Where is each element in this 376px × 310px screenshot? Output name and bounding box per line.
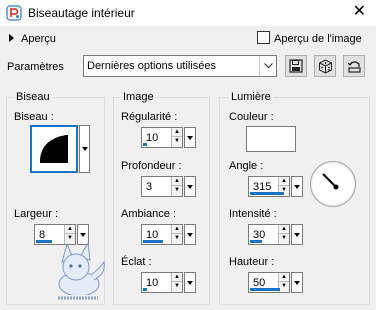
chevron-down-icon: [294, 280, 300, 285]
close-button[interactable]: ✕: [353, 3, 366, 21]
save-preset-button[interactable]: [285, 55, 307, 77]
checkbox-box[interactable]: [257, 31, 270, 44]
title-bar: Biseautage intérieur ✕: [0, 0, 376, 26]
shininess-dropdown[interactable]: [184, 272, 196, 293]
image-preview-label: Aperçu de l'image: [274, 33, 362, 45]
spin-down-icon[interactable]: ▼: [172, 282, 182, 291]
angle-dropdown[interactable]: [291, 176, 303, 197]
spin-up-icon[interactable]: ▲: [172, 177, 182, 186]
image-preview-checkbox[interactable]: Aperçu de l'image: [257, 31, 362, 45]
color-label: Couleur :: [229, 111, 274, 123]
spin-up-icon[interactable]: ▲: [279, 177, 289, 186]
bevel-dropdown-button[interactable]: [79, 125, 90, 173]
depth-value[interactable]: 3: [146, 181, 152, 193]
bevel-shape-icon: [40, 135, 68, 163]
chevron-down-icon: [187, 135, 193, 140]
angle-spinner[interactable]: 315 ▲ ▼: [248, 176, 290, 197]
preset-select[interactable]: Dernières options utilisées: [83, 55, 277, 77]
smoothness-level-bar: [143, 143, 147, 146]
ambience-spinner[interactable]: 10 ▲ ▼: [141, 224, 183, 245]
shininess-spin-buttons[interactable]: ▲ ▼: [171, 273, 182, 292]
width-label: Largeur :: [14, 208, 59, 220]
smoothness-dropdown[interactable]: [184, 127, 196, 148]
intensity-level-bar: [250, 240, 262, 243]
smoothness-spinner[interactable]: 10 ▲ ▼: [141, 127, 183, 148]
chevron-down-icon: [81, 147, 88, 151]
intensity-label: Intensité :: [229, 208, 277, 220]
paintshop-icon: [6, 5, 22, 21]
ambience-dropdown[interactable]: [184, 224, 196, 245]
elevation-label: Hauteur :: [229, 256, 275, 268]
chevron-down-icon: [294, 184, 300, 189]
depth-dropdown[interactable]: [184, 176, 196, 197]
image-group-title: Image: [120, 91, 157, 103]
expand-triangle-icon: [9, 34, 14, 42]
angle-level-bar: [250, 192, 284, 195]
watermark-logo: [56, 241, 105, 302]
elevation-dropdown[interactable]: [291, 272, 303, 293]
preview-toggle-label: Aperçu: [21, 33, 56, 45]
spin-up-icon[interactable]: ▲: [65, 225, 75, 234]
depth-label: Profondeur :: [121, 160, 182, 172]
depth-spinner[interactable]: 3 ▲ ▼: [141, 176, 183, 197]
angle-label: Angle :: [229, 160, 264, 172]
randomize-dice-icon: [318, 58, 332, 74]
depth-spin-buttons[interactable]: ▲ ▼: [171, 177, 182, 196]
shininess-label: Éclat :: [121, 256, 152, 268]
angle-dial[interactable]: [310, 161, 356, 207]
preset-select-value: Dernières options utilisées: [87, 60, 217, 72]
ambience-spin-buttons[interactable]: ▲ ▼: [171, 225, 182, 244]
elevation-spinner[interactable]: 50 ▲ ▼: [248, 272, 290, 293]
spin-up-icon[interactable]: ▲: [172, 128, 182, 137]
spin-down-icon[interactable]: ▼: [172, 234, 182, 243]
chevron-down-icon: [187, 280, 193, 285]
spin-up-icon[interactable]: ▲: [279, 225, 289, 234]
spin-up-icon[interactable]: ▲: [172, 273, 182, 282]
chevron-down-icon: [294, 232, 300, 237]
spin-down-icon[interactable]: ▼: [279, 282, 289, 291]
spin-down-icon[interactable]: ▼: [279, 234, 289, 243]
randomize-button[interactable]: [314, 55, 336, 77]
shininess-value[interactable]: 10: [146, 277, 158, 289]
ambience-label: Ambiance :: [121, 208, 177, 220]
smoothness-label: Régularité :: [121, 111, 178, 123]
smoothness-spin-buttons[interactable]: ▲ ▼: [171, 128, 182, 147]
chevron-down-icon: [187, 184, 193, 189]
spin-down-icon[interactable]: ▼: [172, 137, 182, 146]
save-preset-icon: [289, 59, 303, 73]
spin-down-icon[interactable]: ▼: [172, 186, 182, 195]
bevel-group-title: Biseau: [13, 91, 53, 103]
angle-dial-needle-icon: [322, 173, 339, 190]
intensity-dropdown[interactable]: [291, 224, 303, 245]
chevron-down-icon: [80, 232, 86, 237]
spin-up-icon[interactable]: ▲: [279, 273, 289, 282]
elevation-level-bar: [250, 288, 280, 291]
smoothness-value[interactable]: 10: [146, 132, 158, 144]
ambience-level-bar: [143, 240, 163, 243]
shininess-spinner[interactable]: 10 ▲ ▼: [141, 272, 183, 293]
light-color-swatch[interactable]: [246, 126, 296, 152]
preview-toggle[interactable]: Aperçu: [9, 33, 56, 45]
params-label: Paramètres: [7, 61, 64, 73]
bevel-preset-swatch[interactable]: [30, 125, 78, 173]
reset-button[interactable]: [343, 55, 365, 77]
chevron-down-icon[interactable]: [259, 56, 276, 76]
shininess-level-bar: [143, 288, 147, 291]
light-group-title: Lumière: [228, 91, 274, 103]
chevron-down-icon: [187, 232, 193, 237]
bevel-label: Biseau :: [14, 111, 54, 123]
intensity-spinner[interactable]: 30 ▲ ▼: [248, 224, 290, 245]
spin-up-icon[interactable]: ▲: [172, 225, 182, 234]
reset-icon: [347, 60, 361, 73]
intensity-spin-buttons[interactable]: ▲ ▼: [278, 225, 289, 244]
window-title: Biseautage intérieur: [28, 6, 135, 20]
